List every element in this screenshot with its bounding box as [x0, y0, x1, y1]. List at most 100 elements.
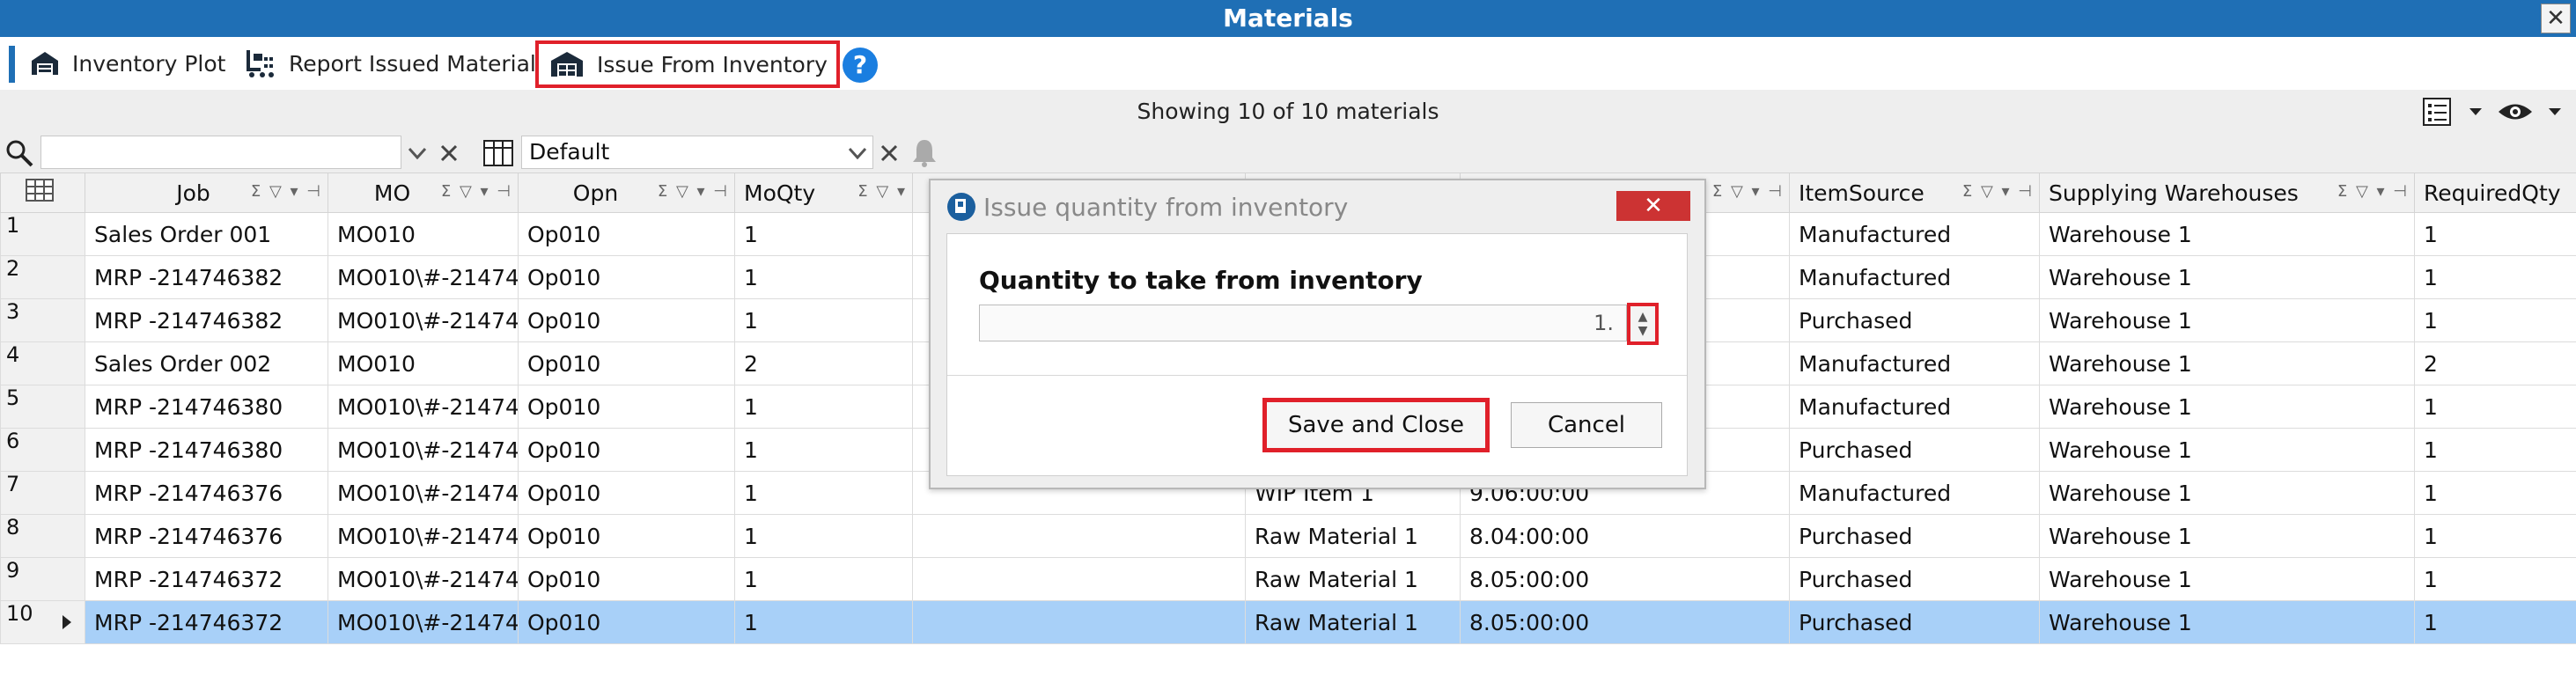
cell-supplying-warehouse[interactable]: Warehouse 1 — [2039, 428, 2415, 472]
cell-job[interactable]: MRP -214746372 — [85, 557, 328, 601]
cell-moqty[interactable]: 1 — [734, 471, 913, 515]
report-issued-material-button[interactable]: Report Issued Material — [243, 42, 536, 84]
cell-required-qty[interactable]: 1 — [2414, 514, 2576, 558]
cell-item-source[interactable]: Purchased — [1789, 557, 2040, 601]
spin-down-icon[interactable]: ▼ — [1638, 324, 1648, 338]
cell-mo[interactable]: MO010\#-21474 — [328, 514, 519, 558]
cell-moqty[interactable]: 1 — [734, 557, 913, 601]
cell-item-source[interactable]: Manufactured — [1789, 212, 2040, 256]
row-number[interactable]: 1 — [0, 212, 85, 256]
table-row[interactable]: 8 MRP -214746376 MO010\#-21474 Op010 1 Raw Ma… — [0, 514, 2576, 558]
cell-mo[interactable]: MO010 — [328, 212, 519, 256]
cell-opn[interactable]: Op010 — [518, 600, 735, 644]
cell-required-qty[interactable]: 1 — [2414, 471, 2576, 515]
row-number[interactable]: 8 — [0, 514, 85, 558]
cell-supplying-warehouse[interactable]: Warehouse 1 — [2039, 212, 2415, 256]
cell-job[interactable]: MRP -214746376 — [85, 471, 328, 515]
window-close-button[interactable]: ✕ — [2541, 4, 2571, 33]
cell-supplying-warehouse[interactable]: Warehouse 1 — [2039, 298, 2415, 342]
cell-hidden-1[interactable] — [912, 600, 1246, 644]
cell-mo[interactable]: MO010\#-21474 — [328, 298, 519, 342]
cell-supplying-warehouse[interactable]: Warehouse 1 — [2039, 557, 2415, 601]
cell-hidden-2[interactable]: Raw Material 1 — [1245, 557, 1461, 601]
cell-supplying-warehouse[interactable]: Warehouse 1 — [2039, 385, 2415, 429]
column-chooser-icon[interactable] — [2423, 98, 2455, 126]
cell-required-qty[interactable]: 2 — [2414, 341, 2576, 385]
dialog-title-bar[interactable]: Issue quantity from inventory — [946, 189, 1348, 224]
layout-select[interactable]: Default — [521, 136, 873, 169]
search-icon[interactable] — [4, 137, 35, 169]
cell-supplying-warehouse[interactable]: Warehouse 1 — [2039, 514, 2415, 558]
cell-hidden-3[interactable]: 8.04:00:00 — [1460, 514, 1790, 558]
cell-mo[interactable]: MO010\#-21474 — [328, 255, 519, 299]
column-tools-icon[interactable]: Σ ▽ ▾ ⊣ — [2337, 182, 2409, 201]
cell-job[interactable]: MRP -214746380 — [85, 385, 328, 429]
column-tools-icon[interactable]: Σ ▽ ▾ — [857, 182, 907, 201]
cell-supplying-warehouse[interactable]: Warehouse 1 — [2039, 255, 2415, 299]
cell-opn[interactable]: Op010 — [518, 557, 735, 601]
clear-search-icon[interactable] — [433, 137, 465, 169]
cell-item-source[interactable]: Purchased — [1789, 428, 2040, 472]
cell-item-source[interactable]: Manufactured — [1789, 341, 2040, 385]
cell-required-qty[interactable]: 1 — [2414, 298, 2576, 342]
column-header-moqty[interactable]: MoQty Σ ▽ ▾ — [734, 172, 913, 213]
search-input[interactable] — [40, 136, 401, 169]
clear-layout-icon[interactable] — [873, 137, 905, 169]
inventory-plot-button[interactable]: Inventory Plot — [30, 42, 225, 84]
cell-moqty[interactable]: 2 — [734, 341, 913, 385]
column-tools-icon[interactable]: Σ ▽ ▾ ⊣ — [1962, 182, 2034, 201]
cell-mo[interactable]: MO010\#-21474 — [328, 557, 519, 601]
toolbar-grip[interactable] — [9, 46, 15, 83]
cell-job[interactable]: Sales Order 001 — [85, 212, 328, 256]
cell-required-qty[interactable]: 1 — [2414, 600, 2576, 644]
row-number[interactable]: 9 — [0, 557, 85, 601]
cell-moqty[interactable]: 1 — [734, 385, 913, 429]
cell-hidden-3[interactable]: 8.05:00:00 — [1460, 557, 1790, 601]
layout-table-icon[interactable] — [482, 137, 514, 169]
cell-opn[interactable]: Op010 — [518, 255, 735, 299]
cell-job[interactable]: Sales Order 002 — [85, 341, 328, 385]
save-and-close-button[interactable]: Save and Close — [1262, 398, 1490, 452]
bell-icon[interactable] — [909, 137, 940, 169]
row-number[interactable]: 10 — [0, 600, 85, 644]
cell-hidden-1[interactable] — [912, 514, 1246, 558]
row-number[interactable]: 6 — [0, 428, 85, 472]
cell-job[interactable]: MRP -214746376 — [85, 514, 328, 558]
cell-mo[interactable]: MO010\#-21474 — [328, 471, 519, 515]
cell-required-qty[interactable]: 1 — [2414, 255, 2576, 299]
search-dropdown-chevron-icon[interactable] — [401, 137, 433, 169]
cell-mo[interactable]: MO010\#-21474 — [328, 428, 519, 472]
column-tools-icon[interactable]: Σ ▽ ▾ ⊣ — [441, 182, 512, 201]
cell-moqty[interactable]: 1 — [734, 514, 913, 558]
cell-moqty[interactable]: 1 — [734, 255, 913, 299]
cell-supplying-warehouse[interactable]: Warehouse 1 — [2039, 341, 2415, 385]
cell-required-qty[interactable]: 1 — [2414, 428, 2576, 472]
layout-dropdown-chevron-icon[interactable] — [842, 137, 873, 169]
cell-job[interactable]: MRP -214746380 — [85, 428, 328, 472]
chevron-down-icon[interactable] — [2469, 106, 2483, 117]
cell-moqty[interactable]: 1 — [734, 428, 913, 472]
eye-icon[interactable] — [2497, 100, 2534, 123]
cell-item-source[interactable]: Manufactured — [1789, 385, 2040, 429]
column-header-mo[interactable]: MO Σ ▽ ▾ ⊣ — [328, 172, 519, 213]
column-header-required-qty[interactable]: RequiredQty — [2414, 172, 2576, 213]
cell-required-qty[interactable]: 1 — [2414, 557, 2576, 601]
cell-opn[interactable]: Op010 — [518, 298, 735, 342]
cell-opn[interactable]: Op010 — [518, 514, 735, 558]
cell-moqty[interactable]: 1 — [734, 212, 913, 256]
row-number[interactable]: 2 — [0, 255, 85, 299]
cell-moqty[interactable]: 1 — [734, 298, 913, 342]
spin-up-icon[interactable]: ▲ — [1638, 310, 1648, 324]
cell-mo[interactable]: MO010 — [328, 341, 519, 385]
help-icon[interactable]: ? — [843, 48, 878, 83]
cell-mo[interactable]: MO010\#-21474 — [328, 385, 519, 429]
cell-hidden-3[interactable]: 8.05:00:00 — [1460, 600, 1790, 644]
issue-from-inventory-button[interactable]: Issue From Inventory — [535, 40, 840, 88]
cell-hidden-2[interactable]: Raw Material 1 — [1245, 514, 1461, 558]
cell-item-source[interactable]: Manufactured — [1789, 471, 2040, 515]
row-number[interactable]: 5 — [0, 385, 85, 429]
cell-required-qty[interactable]: 1 — [2414, 212, 2576, 256]
column-tools-icon[interactable]: Σ ▽ ▾ ⊣ — [251, 182, 322, 201]
cell-item-source[interactable]: Purchased — [1789, 514, 2040, 558]
cell-job[interactable]: MRP -214746382 — [85, 298, 328, 342]
